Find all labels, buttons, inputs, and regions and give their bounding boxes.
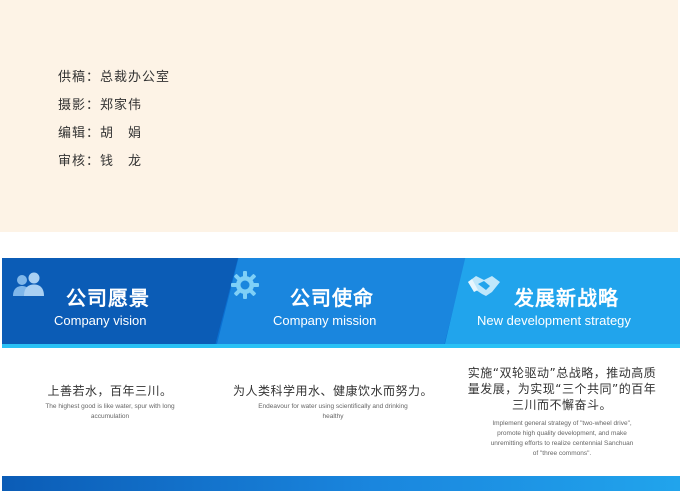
credit-value: 总裁办公室 <box>100 70 171 85</box>
panel-title-strategy: 发展新战略 <box>514 286 619 310</box>
credit-label: 摄影： <box>58 98 101 113</box>
gear-icon <box>230 270 260 304</box>
values-banner: 公司愿景 Company vision 公司使命 Company mission <box>2 258 680 348</box>
panel-subtitle-mission: Company mission <box>273 313 377 328</box>
mission-text: 为人类科学用水、健康饮水而努力。 Endeavour for water usi… <box>228 383 438 422</box>
credit-row-photography: 摄影：郑家伟 <box>58 94 142 113</box>
strategy-cn: 实施“双轮驱动”总战略，推动高质量发展，为实现“三个共同”的百年三川而不懈奋斗。 <box>467 366 657 412</box>
strategy-text: 实施“双轮驱动”总战略，推动高质量发展，为实现“三个共同”的百年三川而不懈奋斗。… <box>464 365 660 459</box>
handshake-icon <box>466 272 502 304</box>
panel-title-mission: 公司使命 <box>290 286 374 310</box>
mission-en: Endeavour for water using scientifically… <box>258 403 408 420</box>
strategy-en: Implement general strategy of "two-wheel… <box>490 420 634 457</box>
people-icon <box>12 272 46 302</box>
vision-cn: 上善若水，百年三川。 <box>47 384 173 398</box>
credit-row-editor: 编辑：胡 娟 <box>58 122 142 141</box>
mission-cn: 为人类科学用水、健康饮水而努力。 <box>232 384 433 398</box>
credit-value: 胡 娟 <box>100 126 143 141</box>
vision-text: 上善若水，百年三川。 The highest good is like wate… <box>30 383 190 422</box>
credits-panel: 供稿：总裁办公室 摄影：郑家伟 编辑：胡 娟 审核：钱 龙 <box>0 0 678 232</box>
bottom-bar <box>2 476 680 491</box>
credit-value: 钱 龙 <box>100 154 143 169</box>
banner-accent-strip <box>2 344 680 348</box>
credit-row-reviewer: 审核：钱 龙 <box>58 150 142 169</box>
panel-subtitle-strategy: New development strategy <box>477 313 631 328</box>
vision-en: The highest good is like water, spur wit… <box>45 403 175 420</box>
panel-subtitle-vision: Company vision <box>54 313 147 328</box>
credit-label: 供稿： <box>58 70 101 85</box>
credit-label: 审核： <box>58 154 101 169</box>
panel-title-vision: 公司愿景 <box>66 286 150 310</box>
credit-value: 郑家伟 <box>100 98 143 113</box>
credit-row-contributor: 供稿：总裁办公室 <box>58 66 170 85</box>
credit-label: 编辑： <box>58 126 101 141</box>
